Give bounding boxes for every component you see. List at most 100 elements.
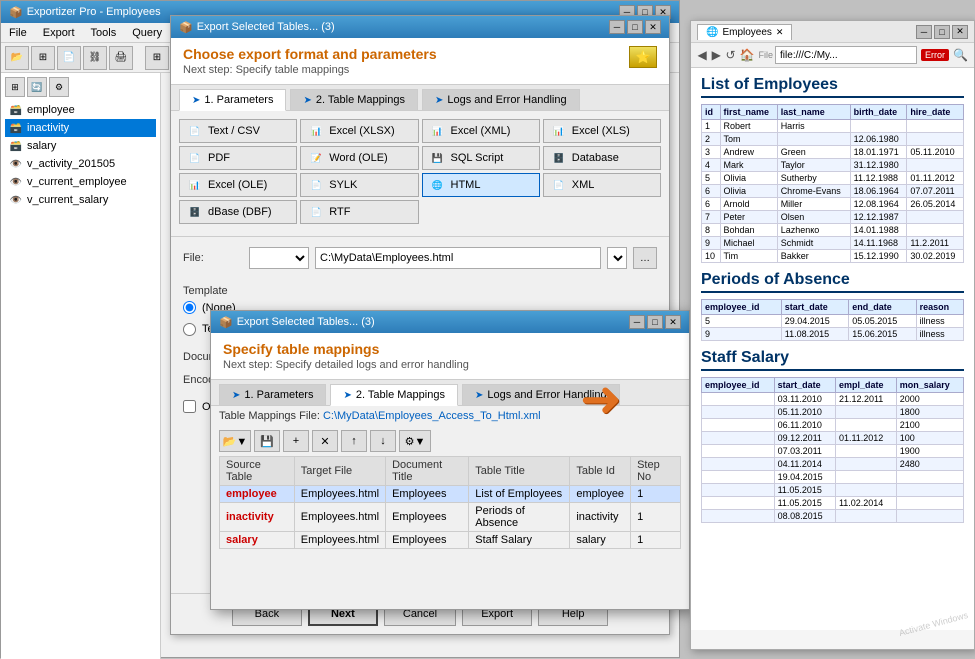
- table-row[interactable]: employee Employees.html Employees List o…: [220, 486, 681, 503]
- tree-icon-v-current-salary: 👁️: [9, 193, 23, 207]
- file-path-input[interactable]: [315, 247, 601, 269]
- table-row: 8BohdanLazhenко14.01.1988: [702, 224, 964, 237]
- forward-nav-btn[interactable]: ▶: [711, 46, 721, 64]
- format-xml-excel[interactable]: 📊 Excel (XML): [422, 119, 540, 143]
- tab-table-mappings[interactable]: ➤ 2. Table Mappings: [290, 89, 417, 110]
- delete-row-btn[interactable]: ✕: [312, 430, 338, 452]
- format-xml-excel-icon: 📊: [429, 123, 447, 139]
- format-html[interactable]: 🌐 HTML: [422, 173, 540, 197]
- browser-search-btn[interactable]: 🔍: [953, 46, 968, 64]
- browser-close-btn[interactable]: ✕: [952, 25, 968, 39]
- dialog2-close-btn[interactable]: ✕: [665, 315, 681, 329]
- big-arrow: ➜: [580, 370, 622, 428]
- file-type-select[interactable]: [249, 247, 309, 269]
- tree-item-inactivity[interactable]: 🗃️ inactivity: [5, 119, 156, 137]
- menu-tools[interactable]: Tools: [87, 26, 121, 40]
- format-dbf[interactable]: 🗄️ dBase (DBF): [179, 200, 297, 224]
- dialog1-minimize-btn[interactable]: ─: [609, 20, 625, 34]
- format-word[interactable]: 📝 Word (OLE): [300, 146, 418, 170]
- browser-toolbar: ◀ ▶ ↺ 🏠 File Error 🔍: [691, 43, 974, 68]
- cell-step-1: 1: [631, 503, 681, 532]
- refresh-btn[interactable]: ↺: [725, 46, 735, 64]
- format-xlsx[interactable]: 📊 Excel (XLSX): [300, 119, 418, 143]
- panel-btn-1[interactable]: ⊞: [5, 77, 25, 97]
- format-excel-ole[interactable]: 📊 Excel (OLE): [179, 173, 297, 197]
- toolbar-doc-btn[interactable]: 📄: [57, 46, 81, 70]
- export-dialog-1-title-bar: 📦 Export Selected Tables... (3) ─ □ ✕: [171, 16, 669, 38]
- format-xls[interactable]: 📊 Excel (XLS): [543, 119, 661, 143]
- dialog2-minimize-btn[interactable]: ─: [629, 315, 645, 329]
- left-panel-toolbar: ⊞ 🔄 ⚙: [5, 77, 156, 97]
- format-sql[interactable]: 💾 SQL Script: [422, 146, 540, 170]
- action-btn[interactable]: ⚙▼: [399, 430, 431, 452]
- browser-minimize-btn[interactable]: ─: [916, 25, 932, 39]
- open-target-checkbox[interactable]: [183, 400, 196, 413]
- file-browse-btn[interactable]: …: [633, 247, 657, 269]
- browser-tab-close[interactable]: ✕: [776, 27, 784, 38]
- panel-btn-3[interactable]: ⚙: [49, 77, 69, 97]
- file-row: File: ▼ …: [183, 247, 657, 269]
- absence-header: employee_id start_date end_date reason: [702, 300, 964, 315]
- format-rtf[interactable]: 📄 RTF: [300, 200, 418, 224]
- format-pdf[interactable]: 📄 PDF: [179, 146, 297, 170]
- table-toolbar: 📂▼ 💾 + ✕ ↑ ↓ ⚙▼: [211, 426, 689, 456]
- table-row[interactable]: salary Employees.html Employees Staff Sa…: [220, 532, 681, 549]
- menu-export[interactable]: Export: [39, 26, 79, 40]
- toolbar-table-btn[interactable]: ⊞: [145, 46, 169, 70]
- star-button[interactable]: ⭐: [629, 46, 657, 68]
- format-word-label: Word (OLE): [329, 152, 387, 164]
- home-btn[interactable]: 🏠: [740, 46, 755, 64]
- tree-item-salary[interactable]: 🗃️ salary: [5, 137, 156, 155]
- table-row: 3AndrewGreen18.01.197105.11.2010: [702, 146, 964, 159]
- browser-maximize-btn[interactable]: □: [934, 25, 950, 39]
- tab-parameters[interactable]: ➤ 1. Parameters: [179, 89, 286, 111]
- back-nav-btn[interactable]: ◀: [697, 46, 707, 64]
- toolbar-open-btn[interactable]: 📂: [5, 46, 29, 70]
- absence-table: employee_id start_date end_date reason 5…: [701, 299, 964, 341]
- tree-item-employee[interactable]: 🗃️ employee: [5, 101, 156, 119]
- tree-item-v-activity[interactable]: 👁️ v_activity_201505: [5, 155, 156, 173]
- dialog1-maximize-btn[interactable]: □: [627, 20, 643, 34]
- section-title-salary: Staff Salary: [701, 349, 964, 371]
- tab2-parameters[interactable]: ➤ 1. Parameters: [219, 384, 326, 405]
- table-row: 4MarkTaylor31.12.1980: [702, 159, 964, 172]
- col-emp-id-s: employee_id: [702, 378, 775, 393]
- move-up-btn[interactable]: ↑: [341, 430, 367, 452]
- table-row[interactable]: inactivity Employees.html Employees Peri…: [220, 503, 681, 532]
- open-file-btn[interactable]: 📂▼: [219, 430, 251, 452]
- export-dialog-1-header: Choose export format and parameters Next…: [171, 38, 669, 85]
- format-sylk[interactable]: 📄 SYLK: [300, 173, 418, 197]
- browser-title-bar: 🌐 Employees ✕ ─ □ ✕: [691, 21, 974, 43]
- dialog2-maximize-btn[interactable]: □: [647, 315, 663, 329]
- format-html-label: HTML: [451, 179, 481, 191]
- tab-logs[interactable]: ➤ Logs and Error Handling: [422, 89, 580, 110]
- template-file-radio[interactable]: [183, 323, 196, 336]
- format-csv-icon: 📄: [186, 123, 204, 139]
- add-row-btn[interactable]: +: [283, 430, 309, 452]
- mappings-file-value: C:\MyData\Employees_Access_To_Html.xml: [323, 410, 541, 422]
- browser-tab[interactable]: 🌐 Employees ✕: [697, 24, 792, 40]
- template-none-radio[interactable]: [183, 301, 196, 314]
- dialog1-close-btn[interactable]: ✕: [645, 20, 661, 34]
- save-btn[interactable]: 💾: [254, 430, 280, 452]
- export-dialog-1-title: Export Selected Tables... (3): [197, 21, 335, 33]
- address-bar[interactable]: [775, 46, 917, 64]
- format-xml[interactable]: 📄 XML: [543, 173, 661, 197]
- tab2-table-mappings[interactable]: ➤ 2. Table Mappings: [330, 384, 457, 406]
- toolbar-chain-btn[interactable]: ⛓: [83, 46, 107, 70]
- panel-btn-2[interactable]: 🔄: [27, 77, 47, 97]
- section-title-employees: List of Employees: [701, 76, 964, 98]
- separator-1: [171, 236, 669, 237]
- format-csv[interactable]: 📄 Text / CSV: [179, 119, 297, 143]
- file-path-dropdown[interactable]: ▼: [607, 247, 627, 269]
- format-database[interactable]: 🗄️ Database: [543, 146, 661, 170]
- toolbar-grid-btn[interactable]: ⊞: [31, 46, 55, 70]
- menu-file[interactable]: File: [5, 26, 31, 40]
- menu-query[interactable]: Query: [128, 26, 166, 40]
- app-icon: 📦: [9, 6, 23, 19]
- tree-item-v-current-salary[interactable]: 👁️ v_current_salary: [5, 191, 156, 209]
- tab2-arrow-3: ➤: [475, 390, 483, 401]
- toolbar-print-btn[interactable]: 🖨: [109, 46, 133, 70]
- move-down-btn[interactable]: ↓: [370, 430, 396, 452]
- tree-item-v-current-employee[interactable]: 👁️ v_current_employee: [5, 173, 156, 191]
